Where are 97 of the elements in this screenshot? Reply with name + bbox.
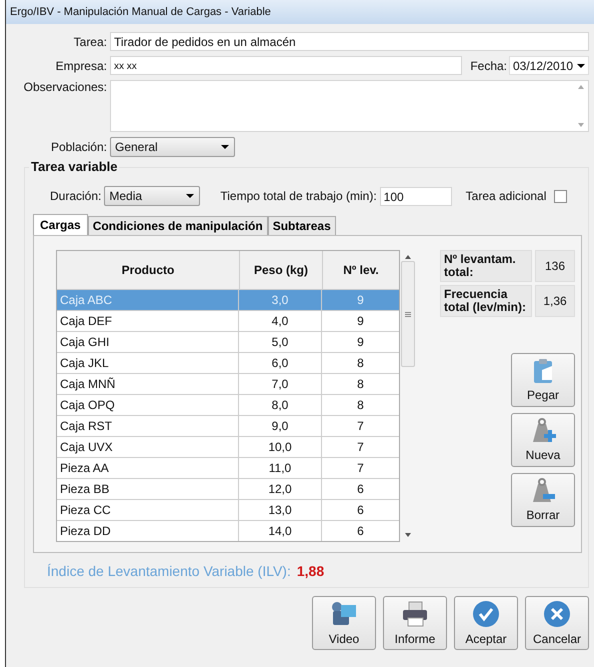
table-cell: 11,0 [239, 458, 322, 478]
table-cell-text: 7 [356, 439, 365, 456]
table-row[interactable]: Pieza BB 12,0 6 [57, 479, 399, 500]
table-cell-text: 7 [356, 418, 365, 435]
table-cell-text: 7 [356, 460, 365, 477]
toolbar-button[interactable]: Nueva [511, 413, 575, 467]
table-cell: Pieza BB [57, 479, 239, 499]
grip-icon [405, 312, 411, 316]
table-row[interactable]: Caja MNÑ 7,0 8 [57, 374, 399, 395]
field-label: Duración: [50, 189, 102, 203]
table-cell: Caja JKL [57, 353, 239, 373]
table-row[interactable]: Caja RST 9,0 7 [57, 416, 399, 437]
index-value: 1,88 [296, 563, 324, 579]
column-header[interactable]: Producto [57, 251, 240, 289]
table-cell: Pieza DD [57, 521, 239, 541]
field-label: Fecha: [470, 58, 507, 72]
table-row[interactable]: Caja DEF 4,0 9 [57, 311, 399, 332]
table-cell: 3,0 [239, 290, 322, 310]
scroll-thumb[interactable] [401, 261, 415, 367]
table-cell: 10,0 [239, 437, 322, 457]
scroll-up-icon[interactable] [405, 255, 411, 259]
table-cell: 13,0 [239, 500, 322, 520]
table-row[interactable]: Pieza AA 11,0 7 [57, 458, 399, 479]
table-cell: Caja OPQ [57, 395, 239, 415]
table-cell: Caja UVX [57, 437, 239, 457]
table-cell: Caja RST [57, 416, 239, 436]
table-row[interactable]: Caja OPQ 8,0 8 [57, 395, 399, 416]
checkbox[interactable] [554, 190, 568, 202]
table-cell: 6,0 [239, 353, 322, 373]
table-cell-text: 6 [356, 481, 365, 498]
table-cell: Caja ABC [57, 290, 239, 310]
stat-value: 136 [535, 250, 575, 282]
table-cell-text: 9 [356, 292, 365, 309]
date-picker[interactable]: 03/12/2010 [509, 56, 589, 75]
printer-icon [401, 600, 429, 628]
checkbox-label: Tarea adicional [466, 189, 546, 203]
table-cell: Caja GHI [57, 332, 239, 352]
table-cell: Pieza AA [57, 458, 239, 478]
stat-value: 1,36 [535, 285, 575, 317]
table-cell-text: 6 [356, 523, 365, 540]
table-cell-text: 8 [356, 376, 365, 393]
table-cell: 9,0 [239, 416, 322, 436]
dropdown[interactable]: Media [104, 186, 200, 206]
field-label: Empresa: [54, 58, 108, 72]
tab[interactable]: Subtareas [268, 216, 336, 235]
input-field[interactable]: Tirador de pedidos en un almacén [110, 32, 589, 51]
table-cell: 5,0 [239, 332, 322, 352]
table-cell: 4,0 [239, 311, 322, 331]
table-cell: Caja DEF [57, 311, 239, 331]
field-label: Tiempo total de trabajo (min): [220, 189, 377, 203]
table-row[interactable]: Caja UVX 10,0 7 [57, 437, 399, 458]
group-title: Tarea variable [29, 159, 120, 174]
toolbar-button[interactable]: Pegar [511, 353, 575, 407]
table-row[interactable]: Caja JKL 6,0 8 [57, 353, 399, 374]
input-field[interactable]: 100 [380, 186, 452, 206]
table-cell-text: 8 [356, 355, 365, 372]
table-cell: 12,0 [239, 479, 322, 499]
checkmark-icon [472, 600, 500, 628]
window-title: Ergo/IBV - Manipulación Manual de Cargas - Variable [10, 6, 271, 18]
dialog-button[interactable]: Video [312, 596, 376, 650]
table-cell: Pieza CC [57, 500, 239, 520]
dialog-button[interactable]: Aceptar [454, 596, 518, 650]
dropdown[interactable]: General [110, 137, 235, 157]
table-cell: 14,0 [239, 521, 322, 541]
column-header[interactable]: Peso (kg) [240, 251, 323, 289]
table-row[interactable]: Caja GHI 5,0 9 [57, 332, 399, 353]
dialog-button[interactable]: Informe [383, 596, 447, 650]
table-cell: 7,0 [239, 374, 322, 394]
table-row[interactable]: Pieza DD 14,0 6 [57, 521, 399, 541]
field-label: Observaciones: [22, 80, 108, 94]
dialog-button[interactable]: Cancelar [525, 596, 589, 650]
stat-label: Nº levantam. total: [440, 250, 532, 282]
close-icon [543, 600, 571, 628]
table-cell: Caja MNÑ [57, 374, 239, 394]
table-cell-text: 9 [356, 334, 365, 351]
caret-icon [221, 145, 229, 149]
toolbar-button[interactable]: Borrar [511, 473, 575, 527]
weight-minus-icon [530, 478, 556, 504]
caret-icon [577, 64, 585, 68]
table-cell-text: 9 [356, 313, 365, 330]
stat-label: Frecuencia total (lev/min): [440, 285, 532, 317]
field-label: Población: [50, 140, 108, 154]
input-field[interactable]: xx xx [110, 56, 462, 75]
table-cell: 8,0 [239, 395, 322, 415]
index-label: Índice de Levantamiento Variable (ILV): [47, 563, 291, 579]
table-cell-text: 8 [356, 397, 365, 414]
camera-icon [330, 600, 358, 628]
tab[interactable]: Cargas [33, 214, 88, 235]
table-cell-text: 6 [356, 502, 365, 519]
tab[interactable]: Condiciones de manipulación [88, 216, 268, 235]
table-row[interactable]: Pieza CC 13,0 6 [57, 500, 399, 521]
scroll-down-icon[interactable] [405, 533, 411, 537]
weight-plus-icon [530, 418, 556, 444]
field-label: Tarea: [72, 34, 108, 48]
text-area[interactable] [110, 80, 589, 132]
caret-icon [186, 194, 194, 198]
column-header[interactable]: Nº lev. [323, 251, 399, 289]
